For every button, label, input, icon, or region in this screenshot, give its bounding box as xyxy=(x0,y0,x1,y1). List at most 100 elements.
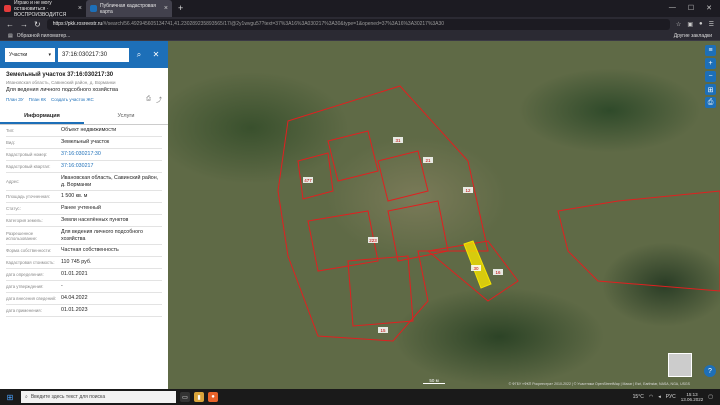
search-type-value: Участки xyxy=(9,51,28,58)
tab-title: Публичная кадастровая карта xyxy=(100,2,156,15)
reload-icon[interactable]: ↻ xyxy=(34,20,41,29)
info-row: Адрес: Ивановская область, Савинский райо… xyxy=(6,173,162,191)
new-tab-button[interactable]: + xyxy=(172,0,189,17)
info-key: Площадь уточненная: xyxy=(6,194,50,199)
extension-icon[interactable]: ▣ xyxy=(687,21,693,28)
print-icon[interactable]: ⎙ xyxy=(146,96,151,103)
info-row: дата определения: 01.01.2021 xyxy=(6,269,162,281)
url-path: /#/search/56.492945605134741,41.23028923… xyxy=(102,21,445,27)
parcel-label[interactable]: 31 xyxy=(395,138,401,143)
info-row: Категория земель: Земли населённых пункто… xyxy=(6,215,162,227)
address-bar[interactable]: https://pkk.rosreestr.ru/#/search/56.492… xyxy=(46,18,670,30)
attribution: © ФГБУ «ФКП Росреестра» 2010-2022 | © Уч… xyxy=(508,382,690,386)
info-value: 1 500 кв. м xyxy=(61,193,88,200)
tab-info[interactable]: Информация xyxy=(0,110,84,124)
print-icon[interactable]: ⎙ xyxy=(705,97,716,108)
forward-icon[interactable]: → xyxy=(20,20,28,29)
other-bookmarks[interactable]: Другие закладки xyxy=(674,33,712,39)
close-icon[interactable]: ✕ xyxy=(149,48,163,62)
tab-bar: Играю и не могу остановиться · ВОСПРОИЗВ… xyxy=(0,0,720,17)
info-key: дата утверждения: xyxy=(6,284,44,289)
lang-indicator[interactable]: РУС xyxy=(666,394,676,400)
ruler-icon[interactable]: ⊞ xyxy=(705,84,716,95)
firefox-icon[interactable]: ● xyxy=(208,392,218,402)
tab-services[interactable]: Услуги xyxy=(84,110,168,124)
info-value: Объект недвижимости xyxy=(61,127,117,134)
close-icon[interactable]: × xyxy=(78,5,82,12)
explorer-icon[interactable]: ▮ xyxy=(194,392,204,402)
info-table: Тип: Объект недвижимости Вид: Земельный уча… xyxy=(0,125,168,317)
info-key: Вид: xyxy=(6,140,15,145)
link-plan-kk[interactable]: План КК xyxy=(29,97,46,102)
minimap[interactable] xyxy=(668,353,692,377)
info-value: 01.01.2023 xyxy=(61,307,88,314)
info-row: Кадастровая стоимость: 110 745 руб. xyxy=(6,257,162,269)
info-value: 01.01.2021 xyxy=(61,271,88,278)
parcel-label[interactable]: 21 xyxy=(425,158,431,163)
task-view-icon[interactable]: ▭ xyxy=(180,392,190,402)
boundary-field xyxy=(557,190,720,292)
windows-start-icon[interactable]: ⊞ xyxy=(3,393,17,402)
info-row: Статус: Ранее учтенный xyxy=(6,203,162,215)
profile-icon[interactable]: ● xyxy=(699,21,703,28)
volume-icon[interactable]: ◂ xyxy=(658,394,661,400)
tab-music[interactable]: Играю и не могу остановиться · ВОСПРОИЗВ… xyxy=(0,0,86,17)
info-value: Ивановская область, Савинский район, д. … xyxy=(61,175,159,188)
toolbar-icons: ☆ ▣ ● ☰ xyxy=(676,21,714,28)
help-icon[interactable]: ? xyxy=(704,365,716,377)
search-icon[interactable]: ⌕ xyxy=(132,48,146,62)
clock[interactable]: 15:13 13.06.2022 xyxy=(681,392,704,403)
close-window-icon[interactable]: ✕ xyxy=(706,4,712,13)
info-value: Земельный участок xyxy=(61,139,110,146)
notifications-icon[interactable]: ▢ xyxy=(708,394,713,400)
weather-text: 15°C xyxy=(632,394,644,400)
layers-icon[interactable]: ≡ xyxy=(705,45,716,56)
parcel-label[interactable]: 12 xyxy=(465,188,471,193)
taskbar-search[interactable]: ⌕ Введите здесь текст для поиска xyxy=(21,391,176,403)
map-controls-top: ≡ + − ⊞ ⎙ xyxy=(705,45,716,108)
chevron-down-icon: ▾ xyxy=(48,51,51,58)
close-icon[interactable]: × xyxy=(164,5,168,12)
info-row: дата внесения сведений: 04.04.2022 xyxy=(6,293,162,305)
parcel-label[interactable]: 477 xyxy=(304,178,312,183)
info-row: Площадь уточненная: 1 500 кв. м xyxy=(6,191,162,203)
nav-bar: ← → ↻ https://pkk.rosreestr.ru/#/search/… xyxy=(0,17,720,31)
search-bar: Участки ▾ 37:16:030217:30 ⌕ ✕ xyxy=(0,41,168,68)
bookmark-item[interactable]: Образной пиломатер... xyxy=(17,33,71,39)
bookmarks-bar: ▤ Образной пиломатер... Другие закладки xyxy=(0,31,720,41)
parcel-label[interactable]: 30 xyxy=(473,266,479,271)
browser-chrome: Играю и не могу остановиться · ВОСПРОИЗВ… xyxy=(0,0,720,41)
minimize-icon[interactable]: — xyxy=(669,4,676,13)
parcel-label[interactable]: 15 xyxy=(380,328,386,333)
menu-icon[interactable]: ☰ xyxy=(709,21,714,28)
network-icon[interactable]: ◠ xyxy=(649,394,653,400)
info-value: - xyxy=(61,283,63,290)
tab-cadastral-map[interactable]: Публичная кадастровая карта × xyxy=(86,0,172,17)
info-row: Тип: Объект недвижимости xyxy=(6,125,162,137)
parcel-label[interactable]: 16 xyxy=(495,270,501,275)
map-view[interactable]: 30 477 223 31 12 21 15 16 ≡ + − ⊞ ⎙ ? 50 м © ФГ… xyxy=(168,41,720,389)
zoom-in-button[interactable]: + xyxy=(705,58,716,69)
tab-title: Играю и не могу остановиться · ВОСПРОИЗВ… xyxy=(14,0,67,17)
star-icon[interactable]: ☆ xyxy=(676,21,681,28)
taskbar-search-placeholder: Введите здесь текст для поиска xyxy=(30,394,106,400)
window-controls: — ☐ ✕ xyxy=(661,0,720,17)
back-icon[interactable]: ← xyxy=(6,20,14,29)
maximize-icon[interactable]: ☐ xyxy=(688,4,694,13)
zoom-out-button[interactable]: − xyxy=(705,71,716,82)
info-key: Адрес: xyxy=(6,179,20,184)
share-icon[interactable]: ⤴ xyxy=(156,95,162,104)
boundary-parcel xyxy=(377,150,429,202)
map-icon xyxy=(90,5,97,12)
search-input[interactable]: 37:16:030217:30 xyxy=(58,47,129,62)
search-type-select[interactable]: Участки ▾ xyxy=(5,47,55,62)
music-icon xyxy=(4,5,11,12)
link-plan-zu[interactable]: План ЗУ xyxy=(6,97,24,102)
link-create-parcel[interactable]: Создать участок ЖС xyxy=(51,97,94,102)
boundary-parcel xyxy=(327,130,379,182)
info-value[interactable]: 37:16:030217:30 xyxy=(61,151,162,158)
parcel-label[interactable]: 223 xyxy=(369,238,377,243)
info-key: дата внесения сведений: xyxy=(6,296,57,301)
info-value[interactable]: 37:16:030217 xyxy=(61,163,162,170)
boundary-parcel xyxy=(307,210,379,272)
